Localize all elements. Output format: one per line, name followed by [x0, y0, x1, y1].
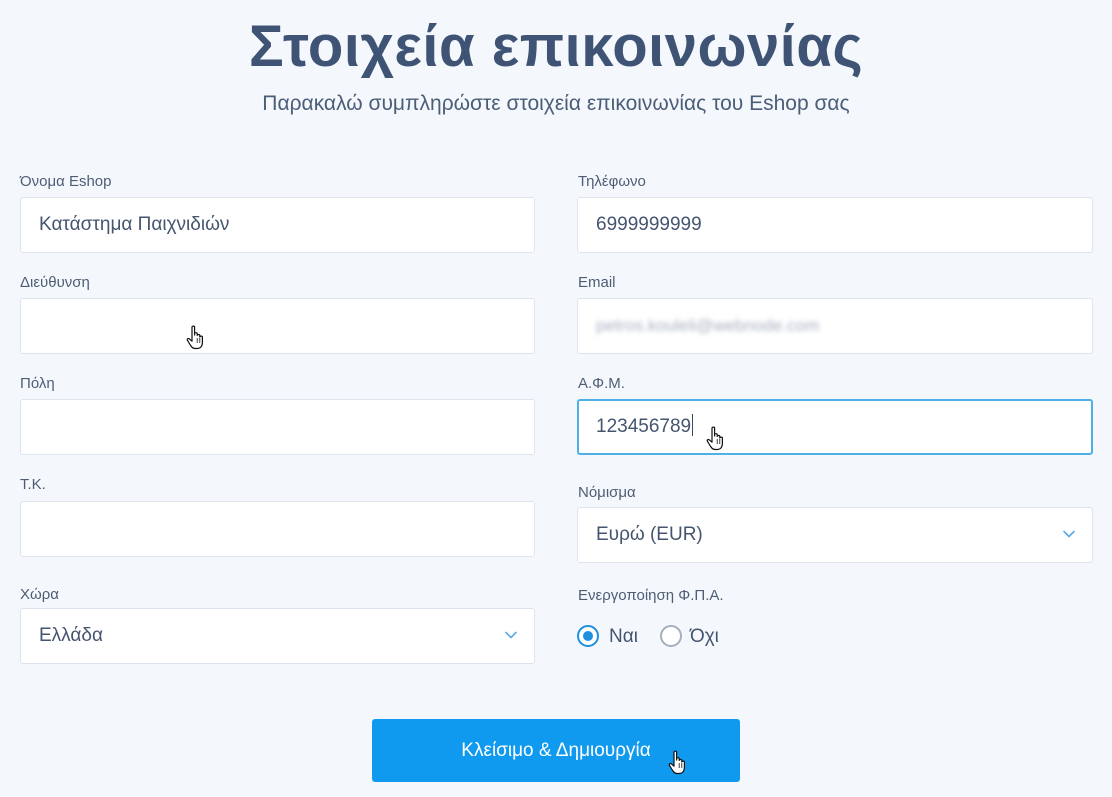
vat-no-radio[interactable] — [660, 625, 682, 647]
shop-name-label: Όνομα Eshop — [20, 173, 112, 190]
city-input[interactable] — [20, 399, 535, 455]
vat-yes-radio[interactable] — [577, 625, 599, 647]
currency-select[interactable]: Ευρώ (EUR) — [577, 507, 1093, 563]
page-subtitle: Παρακαλώ συμπληρώστε στοιχεία επικοινωνί… — [262, 92, 850, 115]
phone-input[interactable]: 6999999999 — [577, 197, 1093, 253]
page-title: Στοιχεία επικοινωνίας — [248, 14, 864, 79]
phone-value: 6999999999 — [596, 214, 702, 235]
currency-label: Νόμισμα — [578, 484, 636, 501]
country-selected: Ελλάδα — [39, 625, 103, 646]
vat-enabled-label: Ενεργοποίηση Φ.Π.Α. — [578, 587, 724, 604]
shop-name-input[interactable]: Κατάστημα Παιχνιδιών — [20, 197, 535, 253]
chevron-down-icon — [1063, 530, 1075, 538]
hand-pointer-cursor-icon — [186, 325, 203, 350]
city-label: Πόλη — [20, 375, 55, 392]
address-input[interactable] — [20, 298, 535, 354]
vat-no-label[interactable]: Όχι — [690, 625, 719, 649]
vat-number-input[interactable]: 123456789 — [577, 399, 1093, 455]
hand-pointer-cursor-icon — [668, 750, 685, 775]
country-select[interactable]: Ελλάδα — [20, 608, 535, 664]
country-label: Χώρα — [20, 586, 59, 603]
shop-name-value: Κατάστημα Παιχνιδιών — [39, 214, 230, 235]
email-label: Email — [578, 274, 616, 291]
email-value: petros.kouleli@webnode.com — [596, 316, 820, 335]
vat-number-label: Α.Φ.Μ. — [578, 375, 625, 392]
hand-pointer-cursor-icon — [706, 426, 723, 451]
postal-code-label: Τ.Κ. — [20, 476, 46, 493]
phone-label: Τηλέφωνο — [578, 173, 646, 190]
text-caret — [692, 413, 694, 436]
currency-selected: Ευρώ (EUR) — [596, 524, 703, 545]
email-input[interactable]: petros.kouleli@webnode.com — [577, 298, 1093, 354]
address-label: Διεύθυνση — [20, 274, 90, 291]
vat-number-value: 123456789 — [596, 416, 692, 437]
vat-yes-label[interactable]: Ναι — [609, 625, 638, 649]
chevron-down-icon — [505, 631, 517, 639]
postal-code-input[interactable] — [20, 501, 535, 557]
